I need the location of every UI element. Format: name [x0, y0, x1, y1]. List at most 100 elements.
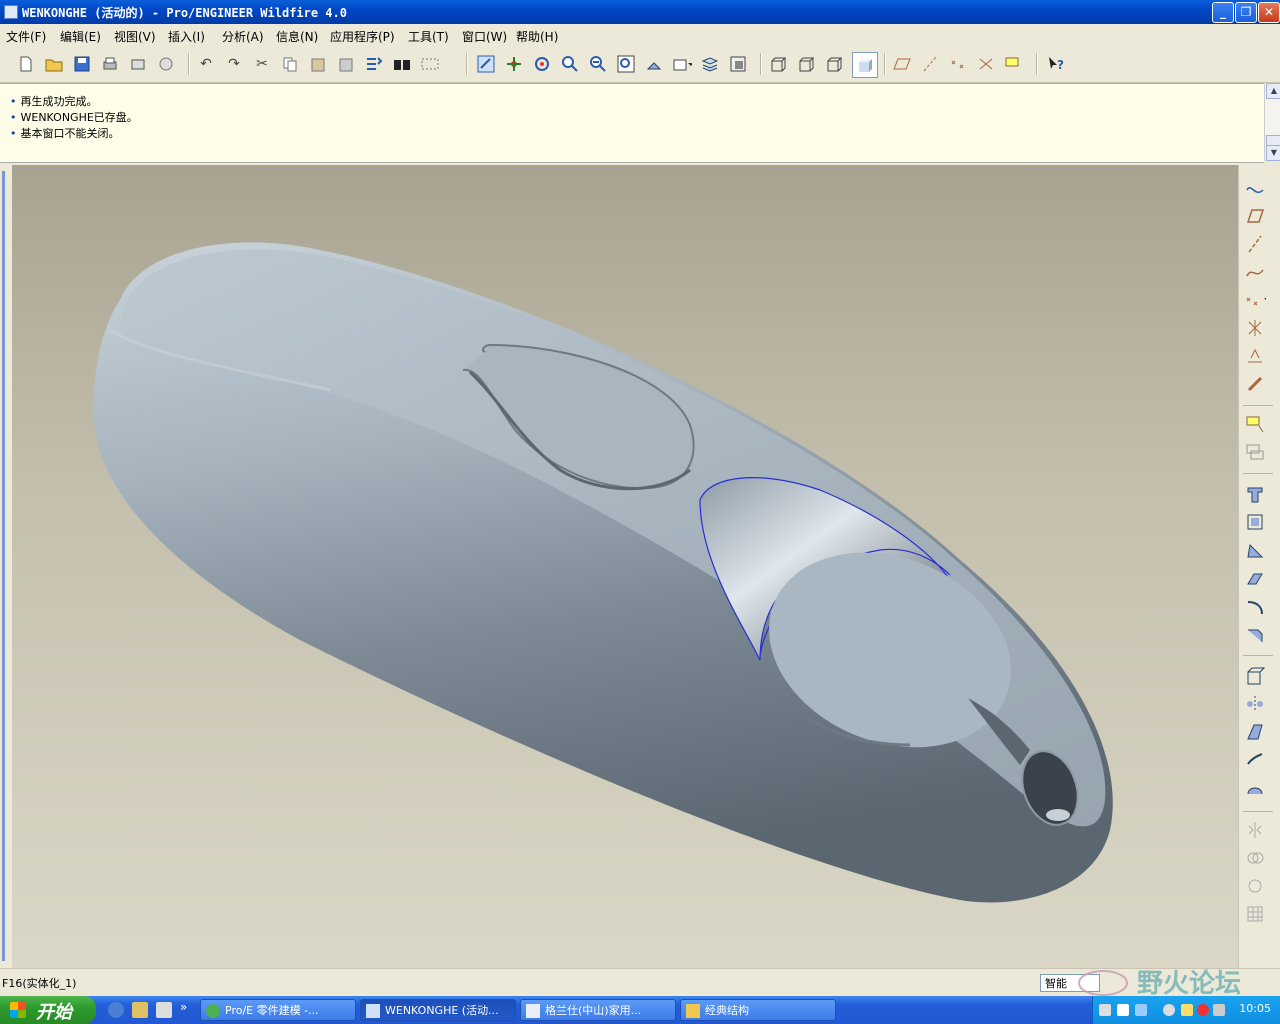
regenerate-icon[interactable]: [364, 54, 384, 74]
menu-applications[interactable]: 应用程序(P): [330, 28, 395, 45]
datum-axes-icon[interactable]: [920, 54, 940, 74]
close-button[interactable]: ✕: [1258, 2, 1280, 23]
context-help-icon[interactable]: ?: [1046, 54, 1066, 74]
datum-planes-icon[interactable]: [892, 54, 912, 74]
app-icon: [4, 5, 18, 19]
chamfer-icon[interactable]: [1244, 623, 1266, 645]
shell-icon[interactable]: [1244, 665, 1266, 687]
menu-window[interactable]: 窗口(W): [462, 28, 507, 45]
copy-feature-icon[interactable]: [1244, 441, 1266, 463]
scroll-down-icon[interactable]: ▼: [1266, 145, 1280, 161]
new-file-icon[interactable]: [16, 54, 36, 74]
folder-icon: [686, 1004, 700, 1018]
coord-sys-icon[interactable]: [976, 54, 996, 74]
layers-icon[interactable]: [700, 54, 720, 74]
redo-icon[interactable]: ↷: [224, 54, 244, 74]
hidden-line-icon[interactable]: [796, 54, 816, 74]
boundary-blend-icon[interactable]: [1244, 777, 1266, 799]
menu-file[interactable]: 文件(F): [6, 28, 46, 45]
menu-view[interactable]: 视图(V): [114, 28, 156, 45]
find-icon[interactable]: [392, 54, 412, 74]
start-button[interactable]: 开始: [0, 996, 96, 1024]
round-icon[interactable]: [1244, 595, 1266, 617]
view-manager-icon[interactable]: [728, 54, 748, 74]
orient-mode-icon[interactable]: [532, 54, 552, 74]
task-proe-modeling[interactable]: Pro/E 零件建模 -...: [200, 999, 356, 1021]
spin-center-icon[interactable]: [504, 54, 524, 74]
wireframe-icon[interactable]: [768, 54, 788, 74]
send-mail-icon[interactable]: [128, 54, 148, 74]
help-tray-icon[interactable]: [1117, 1004, 1129, 1016]
refit-icon[interactable]: [616, 54, 636, 74]
chain-icon[interactable]: [1244, 373, 1266, 395]
zoom-in-icon[interactable]: [560, 54, 580, 74]
paste-special-icon[interactable]: [336, 54, 356, 74]
zoom-out-icon[interactable]: [588, 54, 608, 74]
toolbar-separator: [1036, 53, 1038, 75]
revolve-icon[interactable]: [1244, 511, 1266, 533]
antivirus-icon[interactable]: [1197, 1004, 1209, 1016]
message-area: 再生成功完成。 WENKONGHE已存盘。 基本窗口不能关闭。: [0, 83, 1264, 163]
windows-taskbar: 开始 » Pro/E 零件建模 -... WENKONGHE (活动... 格兰…: [0, 996, 1280, 1024]
cut-icon[interactable]: ✂: [252, 54, 272, 74]
maximize-button[interactable]: ❐: [1235, 2, 1257, 23]
extrude-icon[interactable]: [1244, 483, 1266, 505]
annotations-icon[interactable]: [1004, 54, 1024, 74]
sweep-icon[interactable]: [1244, 539, 1266, 561]
menu-analysis[interactable]: 分析(A): [222, 28, 264, 45]
network-icon[interactable]: [1135, 1004, 1147, 1016]
volume-icon[interactable]: [1213, 1004, 1225, 1016]
saved-views-icon[interactable]: [672, 54, 692, 74]
datum-plane-icon[interactable]: [1244, 205, 1266, 227]
datum-curve-icon[interactable]: [1244, 261, 1266, 283]
redraw-icon[interactable]: [476, 54, 496, 74]
selection-box-icon[interactable]: [420, 54, 440, 74]
minimize-button[interactable]: _: [1212, 2, 1234, 23]
ie-icon[interactable]: [108, 1002, 124, 1018]
no-hidden-icon[interactable]: [824, 54, 844, 74]
tray-expand-icon[interactable]: [1163, 1004, 1175, 1016]
open-folder-icon[interactable]: [44, 54, 64, 74]
copy-icon[interactable]: [280, 54, 300, 74]
mirror-icon[interactable]: [1244, 693, 1266, 715]
menu-insert[interactable]: 插入(I): [168, 28, 205, 45]
merge-icon[interactable]: [1244, 847, 1266, 869]
quicklaunch-app-icon[interactable]: [132, 1002, 148, 1018]
task-wenkonghe[interactable]: WENKONGHE (活动...: [360, 999, 516, 1021]
sketch-icon[interactable]: [1244, 177, 1266, 199]
coord-system-icon[interactable]: [1244, 317, 1266, 339]
task-folder[interactable]: 经典结构: [680, 999, 836, 1021]
graphics-window[interactable]: [12, 165, 1238, 968]
scroll-up-icon[interactable]: ▲: [1266, 83, 1280, 99]
rib-icon[interactable]: [1244, 749, 1266, 771]
print-icon[interactable]: [100, 54, 120, 74]
analysis-feature-icon[interactable]: [1244, 345, 1266, 367]
datum-axis-icon[interactable]: [1244, 233, 1266, 255]
datum-point-icon[interactable]: [1244, 289, 1266, 311]
reorient-icon[interactable]: [644, 54, 664, 74]
menu-info[interactable]: 信息(N): [276, 28, 318, 45]
draft-icon[interactable]: [1244, 721, 1266, 743]
save-icon[interactable]: [72, 54, 92, 74]
mirror-tool-icon[interactable]: [1244, 819, 1266, 841]
send-link-icon[interactable]: [156, 54, 176, 74]
menu-tools[interactable]: 工具(T): [408, 28, 449, 45]
menu-help[interactable]: 帮助(H): [516, 28, 558, 45]
quicklaunch-more-icon[interactable]: »: [180, 1000, 187, 1014]
blend-icon[interactable]: [1244, 567, 1266, 589]
datum-points-icon[interactable]: [948, 54, 968, 74]
menu-bar: 文件(F) 编辑(E) 视图(V) 插入(I) 分析(A) 信息(N) 应用程序…: [0, 24, 1280, 46]
shading-icon[interactable]: [852, 52, 878, 78]
title-bar: WENKONGHE (活动的) - Pro/ENGINEER Wildfire …: [0, 0, 1280, 24]
quicklaunch-doc-icon[interactable]: [156, 1002, 172, 1018]
paste-icon[interactable]: [308, 54, 328, 74]
task-galanz[interactable]: 格兰仕(中山)家用...: [520, 999, 676, 1021]
trim-icon[interactable]: [1244, 875, 1266, 897]
message-scrollbar[interactable]: ▲ ▼: [1264, 83, 1280, 161]
undo-icon[interactable]: ↶: [196, 54, 216, 74]
lightbulb-icon[interactable]: [1181, 1004, 1193, 1016]
menu-edit[interactable]: 编辑(E): [60, 28, 101, 45]
tweak-icon[interactable]: [1244, 413, 1266, 435]
pattern-icon[interactable]: [1244, 903, 1266, 925]
keyboard-icon[interactable]: [1099, 1004, 1111, 1016]
